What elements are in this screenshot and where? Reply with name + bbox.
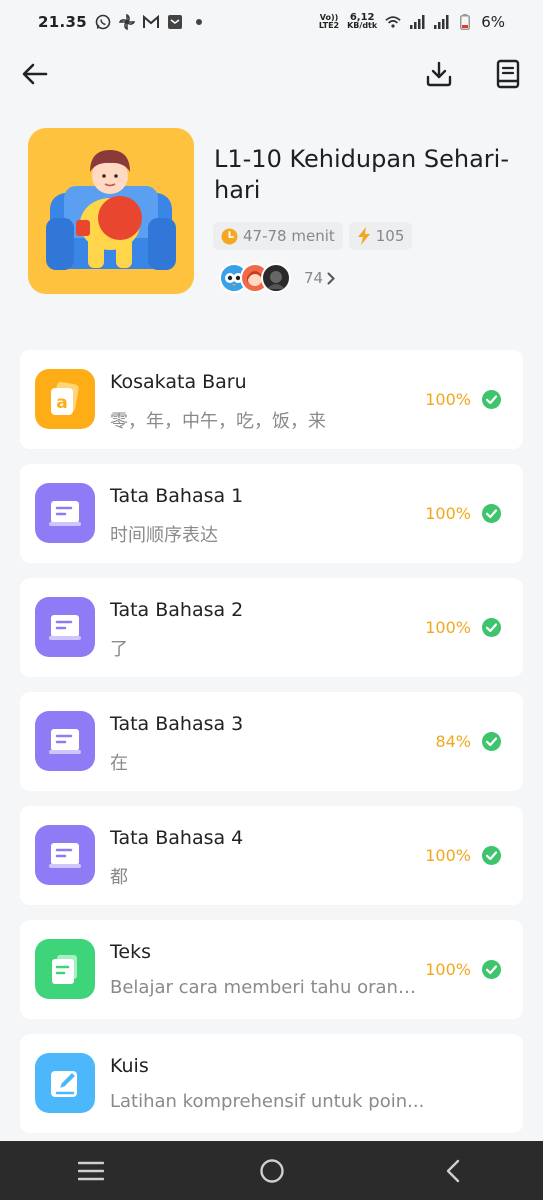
chevron-right-icon [327, 272, 336, 284]
item-title: Tata Bahasa 2 [110, 599, 244, 621]
home-button[interactable] [242, 1151, 302, 1191]
quiz-pencil-icon [35, 1053, 95, 1113]
avatar [261, 263, 291, 293]
lightning-icon [357, 227, 370, 245]
signal-icon-2 [433, 14, 449, 30]
item-progress: 100% [425, 390, 471, 409]
inbox-icon [167, 14, 183, 30]
item-progress: 100% [425, 504, 471, 523]
top-navigation [0, 48, 543, 100]
book-icon [496, 59, 520, 89]
back-system-button[interactable] [423, 1151, 483, 1191]
grammar-book-icon [35, 597, 95, 657]
book-button[interactable] [490, 56, 526, 92]
list-item-teks[interactable]: Teks Belajar cara memberi tahu orang l..… [20, 920, 523, 1019]
xp-chip: 105 [348, 222, 413, 250]
menu-icon [77, 1161, 104, 1180]
lesson-title: L1-10 Kehidupan Sehari-hari [214, 145, 509, 204]
item-subtitle: 时间顺序表达 [110, 525, 218, 546]
dot-icon [191, 14, 207, 30]
item-title: Teks [110, 941, 151, 963]
clock-icon [221, 228, 238, 244]
item-subtitle: Latihan komprehensif untuk poin... [110, 1091, 425, 1112]
system-navigation-bar [0, 1141, 543, 1200]
item-subtitle: 了 [110, 639, 128, 660]
item-title: Kosakata Baru [110, 371, 247, 393]
grammar-book-icon [35, 483, 95, 543]
lesson-meta: 47-78 menit 105 [213, 222, 413, 250]
svg-text:a: a [56, 393, 67, 413]
item-subtitle: 零，年，中午，吃，饭，来 [110, 411, 326, 432]
battery-percent: 6% [481, 13, 505, 31]
xp-text: 105 [375, 227, 405, 245]
learner-count[interactable]: 74 [304, 269, 336, 287]
lesson-items-list: a Kosakata Baru 零，年，中午，吃，饭，来 100% Tata B… [20, 350, 523, 1148]
arrow-left-icon [22, 63, 48, 85]
back-button[interactable] [17, 56, 53, 92]
pinwheel-icon [118, 14, 135, 30]
item-title: Kuis [110, 1055, 149, 1077]
check-circle-icon [482, 732, 501, 751]
item-subtitle: Belajar cara memberi tahu orang l... [110, 977, 420, 998]
download-icon [426, 61, 452, 87]
list-item-kuis[interactable]: Kuis Latihan komprehensif untuk poin... [20, 1034, 523, 1133]
gmail-icon [142, 14, 159, 30]
item-progress: 100% [425, 846, 471, 865]
duration-text: 47-78 menit [243, 227, 335, 245]
grammar-book-icon [35, 711, 95, 771]
status-time: 21.35 [38, 13, 87, 31]
list-item-tata-bahasa-3[interactable]: Tata Bahasa 3 在 84% [20, 692, 523, 791]
check-circle-icon [482, 618, 501, 637]
signal-icon [409, 14, 425, 30]
learners-row[interactable]: 74 [219, 263, 336, 293]
grammar-book-icon [35, 825, 95, 885]
item-progress: 100% [425, 618, 471, 637]
item-subtitle: 都 [110, 867, 128, 888]
whatsapp-icon [95, 14, 111, 30]
item-progress: 84% [435, 732, 471, 751]
list-item-tata-bahasa-1[interactable]: Tata Bahasa 1 时间顺序表达 100% [20, 464, 523, 563]
item-subtitle: 在 [110, 753, 128, 774]
check-circle-icon [482, 960, 501, 979]
item-title: Tata Bahasa 1 [110, 485, 244, 507]
network-speed: 6,12 KB/dtk [347, 12, 378, 30]
check-circle-icon [482, 504, 501, 523]
list-item-kosakata[interactable]: a Kosakata Baru 零，年，中午，吃，饭，来 100% [20, 350, 523, 449]
item-progress: 100% [425, 960, 471, 979]
item-title: Tata Bahasa 4 [110, 827, 244, 849]
check-circle-icon [482, 390, 501, 409]
battery-icon [457, 14, 473, 30]
status-bar: 21.35 Vo)) LTE2 6,12 KB/dtk 6% [0, 0, 543, 44]
person-on-sofa-illustration [46, 150, 176, 270]
lesson-cover-image [28, 128, 194, 294]
back-chevron-icon [446, 1159, 459, 1182]
list-item-tata-bahasa-2[interactable]: Tata Bahasa 2 了 100% [20, 578, 523, 677]
duration-chip: 47-78 menit [213, 222, 343, 250]
lte-indicator: Vo)) LTE2 [318, 13, 340, 30]
item-title: Tata Bahasa 3 [110, 713, 244, 735]
text-document-icon [35, 939, 95, 999]
check-circle-icon [482, 846, 501, 865]
home-icon [259, 1158, 284, 1183]
recent-apps-button[interactable] [61, 1151, 121, 1191]
wifi-icon [385, 14, 401, 30]
vocab-card-icon: a [35, 369, 95, 429]
download-button[interactable] [421, 56, 457, 92]
list-item-tata-bahasa-4[interactable]: Tata Bahasa 4 都 100% [20, 806, 523, 905]
